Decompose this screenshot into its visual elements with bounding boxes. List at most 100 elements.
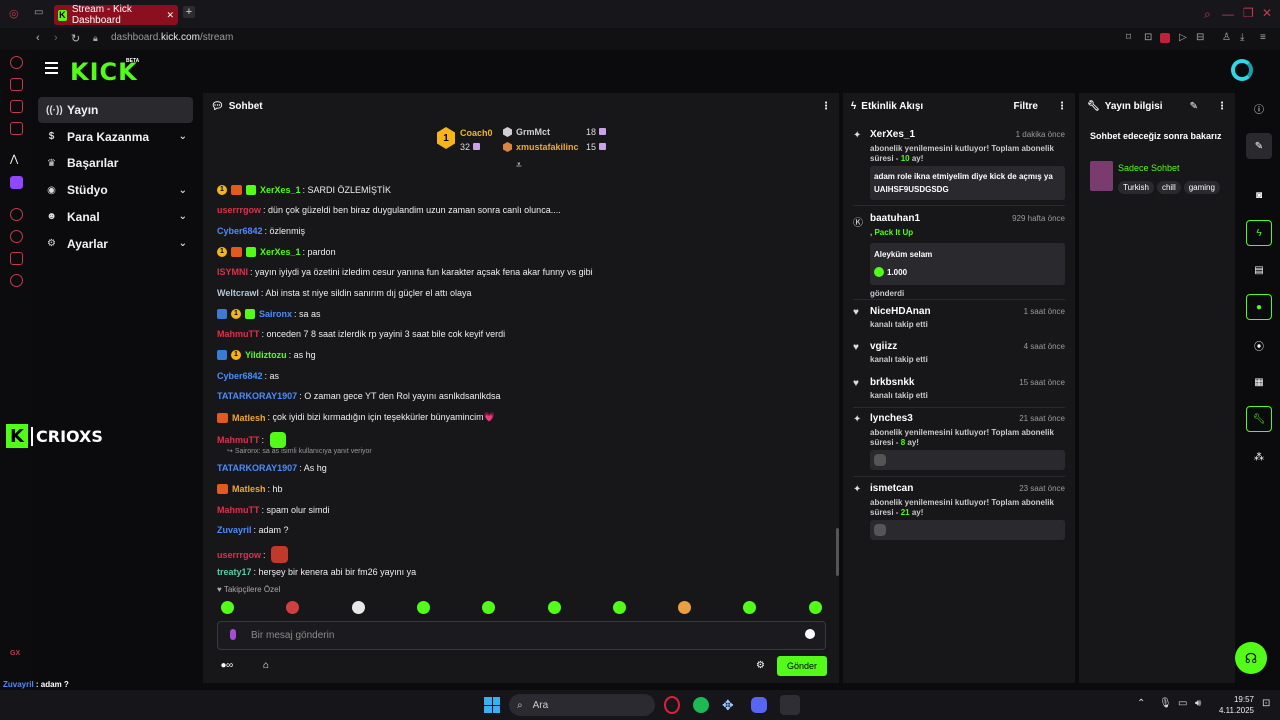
back-icon[interactable]: ‹ [36,32,40,44]
activity-username[interactable]: NiceHDAnan [870,306,931,317]
quick-emote-icon[interactable] [482,601,496,614]
quick-emote-icon[interactable] [286,601,300,614]
chat-username[interactable]: TATARKORAY1907 [217,391,297,401]
new-tab-icon[interactable]: + [183,6,195,18]
chat-username[interactable]: Cyber6842 [217,371,263,381]
opera-menu-icon[interactable]: ◎ [9,7,19,20]
broadcast-toggle-icon[interactable]: ⦿ [1246,332,1272,358]
bookmark-icon[interactable]: ⌑ [1126,32,1131,43]
tag-gaming[interactable]: gaming [1183,181,1220,194]
quick-emote-icon[interactable] [416,601,430,614]
gifter-1-name[interactable]: Coach0 [460,128,493,138]
nav-item-2[interactable]: ♛ Başarılar [38,150,193,176]
chat-username[interactable]: Matlesh [232,413,266,423]
snapshot-icon[interactable]: ⊡ [1144,32,1152,43]
sidebar-kick-icon[interactable]: ⋀ [10,154,23,167]
activity-more-icon[interactable]: ⋮ [1057,101,1067,112]
chat-username[interactable]: TATARKORAY1907 [217,463,297,473]
chat-input[interactable]: Bir mesaj gönderin [217,621,826,650]
chat-more-icon[interactable]: ⋮ [821,101,831,112]
menu-icon[interactable]: ≡ [1260,32,1266,43]
chat-username[interactable]: Saironx [259,309,292,319]
sidebar-aria-icon[interactable] [10,56,23,69]
hamburger-icon[interactable] [45,62,58,74]
chevron-down-icon[interactable]: ⌄ [179,211,187,222]
close-window-icon[interactable]: ✕ [1262,6,1272,20]
close-tab-icon[interactable]: ✕ [166,10,174,21]
spotify-icon[interactable] [693,697,709,713]
gifter-2-name[interactable]: GrmMct [516,127,550,137]
sidebar-twitch-icon[interactable] [10,176,23,189]
quick-emote-icon[interactable] [678,601,692,614]
activity-username[interactable]: XerXes_1 [870,129,915,140]
chat-toggle-icon[interactable]: ● [1246,294,1272,320]
chat-username[interactable]: userrrgow [217,205,261,215]
gifter-3-name[interactable]: xmustafakilinc [516,142,579,152]
opera-gx-icon[interactable] [664,696,680,714]
chat-scrollbar[interactable] [836,528,839,576]
sidebar-extensions-icon[interactable] [10,252,23,265]
chat-username[interactable]: userrrgow [217,550,261,560]
download-icon[interactable]: ⤓ [1240,32,1244,43]
sidebar-history-icon[interactable] [10,230,23,243]
profile-icon[interactable]: ♙ [1222,32,1231,43]
chat-username[interactable]: Weltcrawl [217,288,259,298]
chevron-down-icon[interactable]: ⌄ [179,131,187,142]
chat-username[interactable]: ISYMNI [217,267,248,277]
chat-username[interactable]: treaty17 [217,567,252,577]
chat-username[interactable]: Yildiztozu [245,350,287,360]
filter-button[interactable]: Filtre [1014,101,1038,112]
chat-username[interactable]: XerXes_1 [260,185,301,195]
tab-list-icon[interactable]: ▭ [34,7,43,18]
game-app-icon[interactable]: ✥ [722,697,738,713]
sidebar-settings-icon[interactable] [10,274,23,287]
stream-info-toggle-icon[interactable]: 🔧︎ [1246,406,1272,432]
nav-item-3[interactable]: ◉ Stüdyo ⌄ [38,177,193,203]
restore-icon[interactable]: ❐ [1243,6,1254,20]
chat-username[interactable]: Cyber6842 [217,226,263,236]
chat-settings-icon[interactable]: ⚙ [756,660,765,671]
pencil-icon[interactable]: ✎ [1246,133,1272,159]
chevron-down-icon[interactable]: ⌄ [179,185,187,196]
moderation-icon[interactable]: ▦ [1246,369,1272,395]
chat-username[interactable]: MahmuTT [217,505,260,515]
clock[interactable]: 19:57 4.11.2025 [1216,694,1254,716]
tab-kick-dashboard[interactable]: K Stream - Kick Dashboard ✕ [54,4,178,26]
edit-icon[interactable]: ✎ [1190,101,1198,112]
tray-expand-icon[interactable]: ⌃ [1137,698,1145,709]
discord-icon[interactable] [751,697,767,713]
points-icon[interactable]: ⁂ [1246,444,1272,470]
sidebar-instagram-icon[interactable] [10,122,23,135]
expand-gifters-icon[interactable]: ⩡ [516,160,522,171]
mic-tray-icon[interactable]: 🎙︎ [1159,698,1172,709]
search-tabs-icon[interactable]: ⌕ [1204,7,1211,22]
notification-icon[interactable]: ⊡ [1262,698,1270,709]
chat-username[interactable]: MahmuTT [217,329,260,339]
quick-emote-icon[interactable] [351,601,365,614]
chevron-down-icon[interactable]: ⌄ [179,238,187,249]
tag-turkish[interactable]: Turkish [1118,181,1154,194]
user-avatar[interactable] [1231,59,1253,81]
activity-username[interactable]: brkbsnkk [870,377,914,388]
activity-username[interactable]: baatuhan1 [870,213,920,224]
quick-emote-icon[interactable] [547,601,561,614]
quick-emote-icon[interactable] [221,601,234,614]
reload-icon[interactable]: ↻ [71,32,80,45]
network-icon[interactable]: ▭ [1178,698,1187,709]
clipboard-icon[interactable]: ▤ [1246,257,1272,283]
activity-username[interactable]: lynches3 [870,413,913,424]
activity-toggle-icon[interactable]: ϟ [1246,220,1272,246]
quick-emote-icon[interactable] [612,601,626,614]
sidebar-player-icon[interactable] [10,208,23,221]
sidebar-messenger-icon[interactable] [10,100,23,113]
nav-item-1[interactable]: $ Para Kazanma ⌄ [38,124,193,150]
microphone-icon[interactable] [230,629,236,640]
chat-username[interactable]: XerXes_1 [260,247,301,257]
volume-icon[interactable]: 🔊︎ [1195,698,1201,709]
channel-points-icon[interactable]: ⦁∞ [221,660,233,671]
forward-icon[interactable]: › [54,32,58,44]
nav-item-0[interactable]: ((·)) Yayın [38,97,193,123]
chat-username[interactable]: MahmuTT [217,435,260,445]
minimize-icon[interactable]: — [1222,7,1234,21]
player-icon[interactable]: ▷ [1179,32,1187,43]
